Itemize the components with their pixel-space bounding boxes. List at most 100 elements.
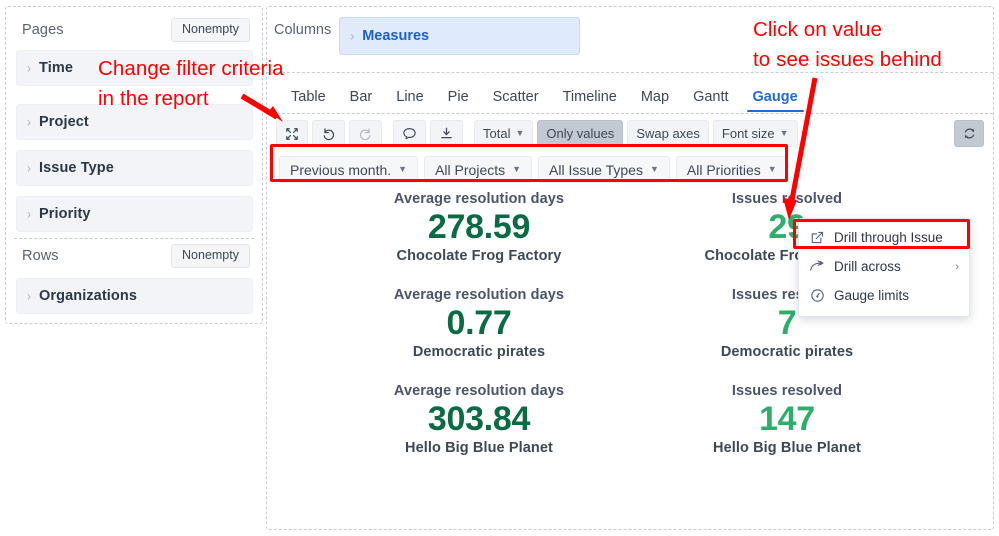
drill-across-icon — [809, 259, 825, 275]
expand-icon — [286, 127, 298, 140]
gauge-icon — [809, 288, 825, 304]
context-menu-item-drill-across[interactable]: Drill across › — [799, 252, 969, 281]
pivot-fields-panel: Pages Nonempty › Time › Project › Issue … — [5, 6, 263, 324]
download-button[interactable] — [430, 120, 463, 147]
chevron-right-icon: › — [27, 287, 31, 305]
gauge-subtitle: Democratic pirates — [412, 344, 546, 361]
annotation-right-line1: Click on value — [753, 18, 883, 41]
comment-icon — [403, 128, 416, 140]
chevron-down-icon: ▼ — [779, 128, 789, 138]
rows-field-organizations[interactable]: › Organizations — [16, 278, 253, 314]
undo-icon — [323, 128, 335, 141]
tab-map[interactable]: Map — [629, 86, 681, 112]
rows-nonempty-button[interactable]: Nonempty — [171, 244, 250, 268]
rows-field-organizations-label: Organizations — [39, 288, 137, 304]
gauge-subtitle: Chocolate Frog Factory — [396, 248, 562, 265]
tab-gauge[interactable]: Gauge — [741, 86, 810, 112]
only-values-button[interactable]: Only values — [537, 120, 624, 147]
report-toolbar: Total ▼ Only values Swap axes Font size … — [276, 120, 798, 147]
gauge-context-menu: Drill through Issue Drill across › Gauge… — [798, 218, 970, 317]
swap-axes-button[interactable]: Swap axes — [627, 120, 709, 147]
chevron-right-icon: › — [27, 59, 31, 77]
refresh-button[interactable] — [954, 120, 984, 147]
tab-timeline[interactable]: Timeline — [551, 86, 629, 112]
external-link-icon — [809, 230, 825, 246]
tab-table[interactable]: Table — [279, 86, 338, 112]
only-values-label: Only values — [546, 126, 615, 141]
pages-field-time-label: Time — [39, 60, 73, 76]
chevron-right-icon: › — [27, 159, 31, 177]
filter-time-label: Previous month. — [290, 161, 392, 178]
filter-time-dropdown[interactable]: Previous month. ▼ — [279, 156, 419, 183]
gauge-value[interactable]: 278.59 — [329, 208, 629, 247]
filter-issue-type-dropdown[interactable]: All Issue Types ▼ — [538, 156, 670, 183]
gauge-card[interactable]: Average resolution days 278.59 Chocolate… — [329, 191, 629, 264]
context-menu-item-label: Gauge limits — [834, 288, 910, 303]
fullscreen-button[interactable] — [276, 120, 308, 147]
tab-line[interactable]: Line — [384, 86, 435, 112]
pages-field-project-label: Project — [39, 114, 89, 130]
chevron-down-icon: ▼ — [515, 128, 525, 138]
gauge-value[interactable]: 303.84 — [329, 400, 629, 439]
chevron-right-icon: › — [27, 113, 31, 131]
rows-section-header: Rows Nonempty — [22, 243, 250, 269]
annotation-left-line1: Change filter criteria — [98, 57, 284, 80]
pages-field-priority-label: Priority — [39, 206, 91, 222]
context-menu-item-label: Drill across — [834, 259, 901, 274]
undo-button[interactable] — [312, 120, 345, 147]
total-label: Total — [483, 126, 511, 141]
filter-priority-dropdown[interactable]: All Priorities ▼ — [675, 156, 788, 183]
redo-icon — [359, 128, 371, 141]
gauge-title: Average resolution days — [393, 287, 565, 304]
gauge-title: Average resolution days — [393, 191, 565, 207]
font-size-dropdown[interactable]: Font size ▼ — [712, 120, 798, 147]
pages-nonempty-button[interactable]: Nonempty — [171, 18, 250, 42]
filter-bar: Previous month. ▼ All Projects ▼ All Iss… — [279, 156, 788, 183]
total-dropdown[interactable]: Total ▼ — [474, 120, 534, 147]
chart-type-tabs: Table Bar Line Pie Scatter Timeline Map … — [279, 86, 810, 112]
panel-divider — [14, 238, 254, 239]
gauge-value[interactable]: 147 — [637, 400, 937, 439]
context-menu-item-gauge-limits[interactable]: Gauge limits — [799, 281, 969, 310]
filter-issue-type-label: All Issue Types — [549, 161, 643, 178]
rows-section-title: Rows — [22, 248, 59, 264]
filter-project-dropdown[interactable]: All Projects ▼ — [424, 156, 533, 183]
gauge-column-avg-resolution-days: Average resolution days 278.59 Chocolate… — [329, 191, 629, 479]
gauge-card[interactable]: Average resolution days 0.77 Democratic … — [329, 287, 629, 360]
chevron-down-icon: ▼ — [398, 164, 408, 174]
gauge-subtitle: Democratic pirates — [720, 344, 854, 361]
gauge-value[interactable]: 0.77 — [329, 304, 629, 343]
context-menu-item-drill-through-issue[interactable]: Drill through Issue — [799, 223, 969, 252]
filter-project-label: All Projects — [435, 161, 506, 178]
gauge-title: Average resolution days — [393, 383, 565, 400]
columns-divider — [267, 72, 993, 73]
chevron-down-icon: ▼ — [512, 164, 522, 174]
gauge-card[interactable]: Average resolution days 303.84 Hello Big… — [329, 383, 629, 456]
refresh-icon — [964, 128, 974, 139]
chevron-down-icon: ▼ — [767, 164, 777, 174]
tab-bar[interactable]: Bar — [338, 86, 385, 112]
chevron-right-icon: › — [350, 27, 355, 45]
chevron-right-icon: › — [955, 260, 959, 273]
gauge-card[interactable]: Issues resolved 147 Hello Big Blue Plane… — [637, 383, 937, 456]
pages-section-header: Pages Nonempty — [22, 17, 250, 43]
tab-pie[interactable]: Pie — [436, 86, 481, 112]
tab-gantt[interactable]: Gantt — [681, 86, 740, 112]
columns-field-measures-label: Measures — [362, 28, 430, 44]
pages-section-title: Pages — [22, 22, 64, 38]
comment-button[interactable] — [393, 120, 426, 147]
download-icon — [441, 127, 452, 139]
pages-field-issue-type-label: Issue Type — [39, 160, 114, 176]
pages-field-priority[interactable]: › Priority — [16, 196, 253, 232]
columns-field-measures[interactable]: › Measures — [339, 17, 581, 55]
screenshot-root: Pages Nonempty › Time › Project › Issue … — [0, 0, 999, 536]
swap-axes-label: Swap axes — [636, 126, 700, 141]
tab-scatter[interactable]: Scatter — [481, 86, 551, 112]
pages-field-issue-type[interactable]: › Issue Type — [16, 150, 253, 186]
annotation-right-line2: to see issues behind — [753, 48, 942, 71]
chevron-down-icon: ▼ — [649, 164, 659, 174]
gauge-title: Issues resolved — [731, 383, 843, 400]
annotation-left-line2: in the report — [98, 87, 209, 110]
redo-button[interactable] — [349, 120, 382, 147]
chevron-right-icon: › — [27, 205, 31, 223]
